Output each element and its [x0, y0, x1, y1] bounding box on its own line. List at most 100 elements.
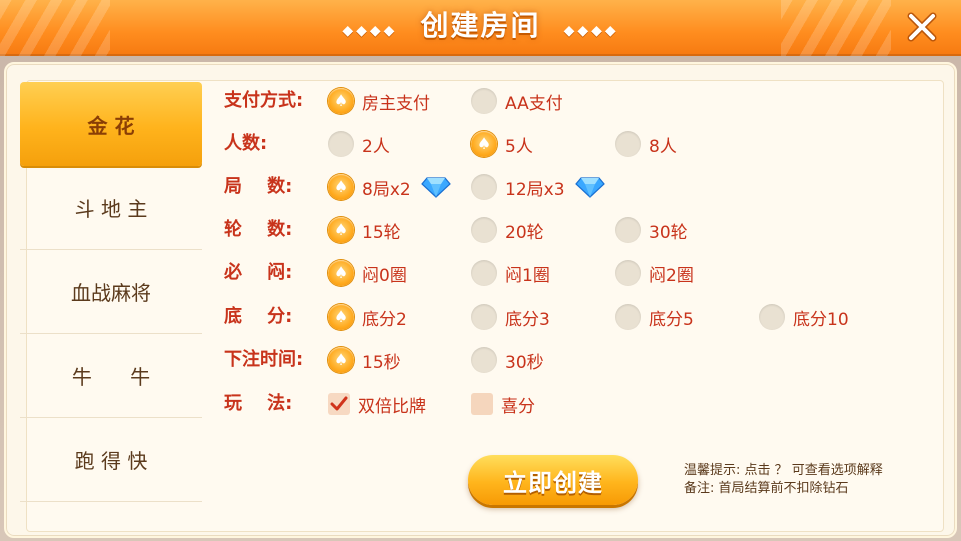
radio-empty-icon: [471, 260, 497, 286]
option-row-turns: 轮 数: ♠ 15轮 20轮 30轮: [224, 215, 924, 245]
checkbox-double-compare[interactable]: 双倍比牌: [328, 389, 426, 419]
option-text: 双倍比牌: [358, 396, 426, 417]
option-text: 8人: [649, 136, 677, 157]
page-title: 创建房间: [420, 9, 541, 42]
option-label-rounds: 局 数:: [224, 176, 293, 197]
radio-bettime-15[interactable]: ♠ 15秒: [328, 345, 401, 375]
radio-selected-icon: ♠: [328, 88, 354, 114]
option-label-blind: 必 闷:: [224, 262, 293, 283]
radio-rounds-8[interactable]: ♠ 8局x2: [328, 172, 451, 202]
game-sidebar: 金 花 斗 地 主 血战麻将 牛 牛 跑 得 快: [20, 20, 202, 502]
radio-players-2[interactable]: 2人: [328, 129, 390, 159]
option-text: 喜分: [501, 396, 535, 417]
sidebar-item-label: 血战麻将: [71, 281, 151, 305]
option-label-base: 底 分:: [224, 306, 293, 327]
option-text: 底分5: [649, 309, 694, 330]
sidebar-item-doudizhu[interactable]: 斗 地 主: [20, 166, 202, 250]
radio-base-3[interactable]: 底分3: [471, 302, 550, 332]
tip-line-help: 温馨提示: 点击 ？ 可查看选项解释: [684, 463, 883, 478]
radio-base-2[interactable]: ♠ 底分2: [328, 302, 407, 332]
option-text: 底分10: [793, 309, 849, 330]
option-text: 20轮: [505, 222, 544, 243]
radio-empty-icon: [471, 304, 497, 330]
option-text: 闷0圈: [362, 265, 407, 286]
radio-blind-2[interactable]: 闷2圈: [615, 258, 694, 288]
close-icon: [907, 12, 937, 42]
option-text: 30秒: [505, 352, 544, 373]
radio-base-10[interactable]: 底分10: [759, 302, 849, 332]
option-row-blind: 必 闷: ♠ 闷0圈 闷1圈 闷2圈: [224, 258, 924, 288]
radio-empty-icon: [471, 347, 497, 373]
option-row-base: 底 分: ♠ 底分2 底分3 底分5 底分10: [224, 302, 924, 332]
radio-empty-icon: [615, 260, 641, 286]
radio-players-8[interactable]: 8人: [615, 129, 677, 159]
radio-bettime-30[interactable]: 30秒: [471, 345, 544, 375]
radio-empty-icon: [759, 304, 785, 330]
close-button[interactable]: [901, 6, 943, 48]
radio-selected-icon: ♠: [328, 304, 354, 330]
option-label-players: 人数:: [224, 133, 268, 154]
option-text: 30轮: [649, 222, 688, 243]
radio-players-5[interactable]: ♠ 5人: [471, 129, 533, 159]
option-row-pay: 支付方式: ♠ 房主支付 AA支付: [224, 86, 924, 116]
radio-empty-icon: [615, 131, 641, 157]
diamond-icon: [420, 177, 451, 198]
option-row-players: 人数: 2人 ♠ 5人 8人: [224, 129, 924, 159]
create-room-button[interactable]: 立即创建: [468, 455, 638, 505]
radio-selected-icon: ♠: [328, 217, 354, 243]
option-text: 15轮: [362, 222, 401, 243]
option-text: 8局x2: [362, 179, 411, 200]
option-label-play: 玩 法:: [224, 393, 293, 414]
radio-empty-icon: [471, 174, 497, 200]
radio-selected-icon: ♠: [328, 347, 354, 373]
option-text: 底分3: [505, 309, 550, 330]
radio-turns-15[interactable]: ♠ 15轮: [328, 215, 401, 245]
option-row-play: 玩 法: 双倍比牌 喜分: [224, 389, 924, 419]
title-deco-left: ◆◆◆◆: [342, 22, 398, 39]
tip-line-note: 备注: 首局结算前不扣除钻石: [684, 481, 849, 496]
checkbox-checked-icon: [328, 393, 350, 415]
checkbox-xifen[interactable]: 喜分: [471, 389, 535, 419]
radio-blind-0[interactable]: ♠ 闷0圈: [328, 258, 407, 288]
sidebar-item-label: 金 花: [87, 113, 135, 138]
option-text: 5人: [505, 136, 533, 157]
option-text: 底分2: [362, 309, 407, 330]
radio-empty-icon: [615, 304, 641, 330]
sidebar-item-label: 牛 牛: [71, 365, 151, 389]
radio-empty-icon: [615, 217, 641, 243]
radio-base-5[interactable]: 底分5: [615, 302, 694, 332]
tips-box: 温馨提示: 点击 ？ 可查看选项解释 备注: 首局结算前不扣除钻石: [684, 462, 883, 498]
sidebar-item-label: 斗 地 主: [74, 197, 148, 221]
sidebar-item-niuniu[interactable]: 牛 牛: [20, 334, 202, 418]
option-text: 闷1圈: [505, 265, 550, 286]
option-text: AA支付: [505, 93, 563, 114]
option-label-pay: 支付方式:: [224, 90, 304, 111]
radio-selected-icon: ♠: [471, 131, 497, 157]
sidebar-item-label: 跑 得 快: [74, 449, 148, 473]
option-label-turns: 轮 数:: [224, 219, 293, 240]
sidebar-item-paodekuai[interactable]: 跑 得 快: [20, 418, 202, 502]
radio-empty-icon: [328, 131, 354, 157]
radio-turns-30[interactable]: 30轮: [615, 215, 688, 245]
checkbox-empty-icon: [471, 393, 493, 415]
title-deco-right: ◆◆◆◆: [563, 22, 619, 39]
diamond-icon: [574, 177, 605, 198]
sidebar-item-jinhua[interactable]: 金 花: [20, 82, 202, 166]
option-text: 12局x3: [505, 179, 565, 200]
radio-turns-20[interactable]: 20轮: [471, 215, 544, 245]
radio-rounds-12[interactable]: 12局x3: [471, 172, 605, 202]
option-row-bet-time: 下注时间: ♠ 15秒 30秒: [224, 345, 924, 375]
option-row-rounds: 局 数: ♠ 8局x2 12局x3: [224, 172, 924, 202]
option-label-bet-time: 下注时间:: [224, 349, 304, 370]
radio-selected-icon: ♠: [328, 260, 354, 286]
radio-selected-icon: ♠: [328, 174, 354, 200]
radio-pay-aa[interactable]: AA支付: [471, 86, 563, 116]
radio-blind-1[interactable]: 闷1圈: [471, 258, 550, 288]
radio-pay-owner[interactable]: ♠ 房主支付: [328, 86, 430, 116]
option-text: 15秒: [362, 352, 401, 373]
radio-empty-icon: [471, 217, 497, 243]
radio-empty-icon: [471, 88, 497, 114]
option-text: 房主支付: [362, 93, 430, 114]
option-text: 闷2圈: [649, 265, 694, 286]
sidebar-item-xuezhan-mahjong[interactable]: 血战麻将: [20, 250, 202, 334]
